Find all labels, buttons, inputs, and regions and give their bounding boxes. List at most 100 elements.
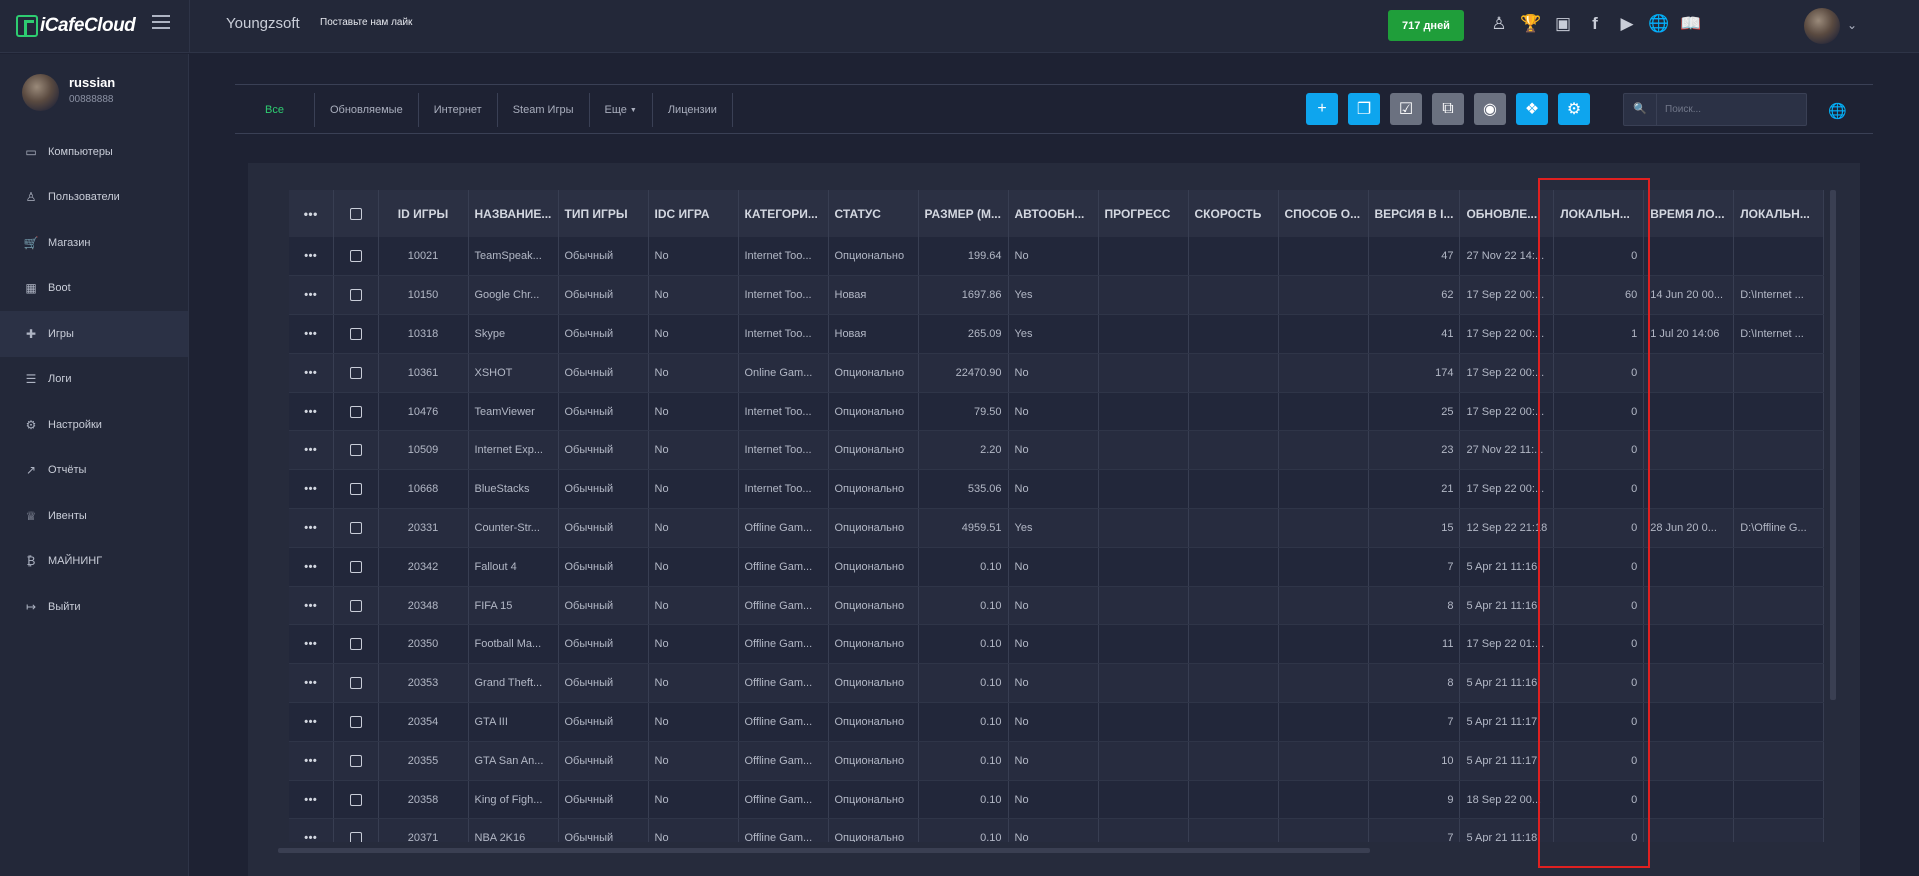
col-header[interactable]: СКОРОСТЬ: [1188, 190, 1279, 237]
sidebar-item-boot[interactable]: ▦ Boot: [0, 266, 188, 312]
tab-internet[interactable]: Интернет: [419, 93, 498, 127]
book-icon[interactable]: 📖: [1680, 13, 1702, 35]
row-select[interactable]: [333, 314, 379, 354]
row-menu[interactable]: •••: [289, 547, 334, 587]
checkbox[interactable]: [349, 289, 362, 302]
sidebar-item-logout[interactable]: ↦ Выйти: [0, 584, 188, 630]
sidebar-item-reports[interactable]: ↗ Отчёты: [0, 448, 188, 494]
avatar[interactable]: [1804, 8, 1840, 44]
globe-icon[interactable]: 🌐: [1828, 102, 1847, 120]
duplicate-button[interactable]: ⧉: [1432, 93, 1464, 125]
col-header[interactable]: IDC ИГРА: [648, 190, 739, 237]
tab-all[interactable]: Все: [235, 93, 315, 127]
row-menu[interactable]: •••: [289, 392, 334, 432]
sidebar-item-events[interactable]: ♕ Ивенты: [0, 493, 188, 539]
col-header[interactable]: ID ИГРЫ: [378, 190, 469, 237]
trophy-icon[interactable]: 🏆: [1520, 13, 1542, 35]
row-select[interactable]: [333, 430, 379, 471]
checkbox[interactable]: [349, 716, 362, 728]
sidebar-item-shop[interactable]: 🛒 Магазин: [0, 220, 188, 266]
row-menu[interactable]: •••: [289, 624, 334, 665]
checkbox[interactable]: [349, 208, 362, 221]
users-icon[interactable]: ♙: [1488, 13, 1510, 35]
license-days-button[interactable]: 717 дней: [1388, 10, 1464, 41]
facebook-icon[interactable]: f: [1584, 13, 1606, 35]
col-header[interactable]: СПОСОБ О...: [1278, 190, 1369, 237]
checkbox[interactable]: [349, 250, 362, 263]
vertical-scrollbar[interactable]: [1830, 190, 1836, 700]
checkbox[interactable]: [349, 328, 362, 341]
copy-button[interactable]: ❐: [1348, 93, 1380, 125]
row-menu[interactable]: •••: [289, 702, 334, 742]
sidebar-item-games[interactable]: ✚ Игры: [0, 311, 188, 357]
row-menu[interactable]: •••: [289, 663, 334, 704]
row-menu[interactable]: •••: [289, 818, 334, 842]
horizontal-scrollbar[interactable]: [278, 848, 1370, 853]
col-header[interactable]: НАЗВАНИЕ...: [468, 190, 559, 237]
checkbox[interactable]: [349, 638, 362, 651]
tab-updatable[interactable]: Обновляемые: [315, 93, 419, 127]
col-header[interactable]: ЛОКАЛЬН...: [1733, 190, 1825, 237]
tab-steam-games[interactable]: Steam Игры: [498, 93, 590, 127]
row-menu[interactable]: •••: [289, 586, 334, 626]
row-select[interactable]: [333, 353, 379, 393]
checkbox[interactable]: [349, 444, 362, 457]
row-select[interactable]: [333, 392, 379, 432]
tab-licenses[interactable]: Лицензии: [653, 93, 733, 127]
header-select-all[interactable]: [333, 190, 379, 237]
add-game-button[interactable]: +: [1306, 93, 1338, 125]
row-menu[interactable]: •••: [289, 237, 334, 277]
like-link[interactable]: Поставьте нам лайк: [320, 17, 412, 28]
network-button[interactable]: ❖: [1516, 93, 1548, 125]
checkbox[interactable]: [349, 677, 362, 690]
col-header[interactable]: ТИП ИГРЫ: [558, 190, 649, 237]
row-select[interactable]: [333, 586, 379, 626]
row-select[interactable]: [333, 237, 379, 277]
row-select[interactable]: [333, 469, 379, 510]
sidebar-item-logs[interactable]: ☰ Логи: [0, 357, 188, 403]
header-menu[interactable]: •••: [289, 190, 334, 237]
checkbox[interactable]: [349, 599, 362, 612]
logo[interactable]: iCafeCloud: [16, 14, 136, 38]
checkbox[interactable]: [349, 483, 362, 496]
chevron-down-icon[interactable]: ⌄: [1847, 18, 1857, 32]
menu-toggle-icon[interactable]: [152, 15, 170, 29]
view-button[interactable]: ◉: [1474, 93, 1506, 125]
row-select[interactable]: [333, 780, 379, 820]
row-menu[interactable]: •••: [289, 314, 334, 354]
sidebar-item-users[interactable]: ♙ Пользователи: [0, 175, 188, 221]
checkbox[interactable]: [349, 832, 362, 842]
tab-more[interactable]: Еще ▼: [590, 93, 653, 127]
row-menu[interactable]: •••: [289, 469, 334, 510]
row-select[interactable]: [333, 547, 379, 587]
checkbox[interactable]: [349, 405, 362, 418]
sidebar-item-computers[interactable]: ▭ Компьютеры: [0, 129, 188, 175]
col-header[interactable]: ПРОГРЕСС: [1098, 190, 1189, 237]
row-select[interactable]: [333, 275, 379, 316]
col-header[interactable]: ВЕРСИЯ В I...: [1368, 190, 1461, 237]
checkbox[interactable]: [349, 754, 362, 767]
sidebar-item-settings[interactable]: ⚙ Настройки: [0, 402, 188, 448]
checkbox[interactable]: [349, 366, 362, 379]
row-select[interactable]: [333, 818, 379, 842]
checkbox[interactable]: [349, 560, 362, 573]
settings-button[interactable]: ⚙: [1558, 93, 1590, 125]
search-input[interactable]: [1657, 104, 1797, 115]
row-menu[interactable]: •••: [289, 508, 334, 548]
check-update-button[interactable]: ☑: [1390, 93, 1422, 125]
row-select[interactable]: [333, 702, 379, 742]
globe-icon[interactable]: 🌐: [1648, 13, 1670, 35]
row-select[interactable]: [333, 741, 379, 781]
col-header[interactable]: КАТЕГОРИ...: [738, 190, 829, 237]
checkbox[interactable]: [349, 522, 362, 535]
discord-icon[interactable]: ▣: [1552, 13, 1574, 35]
col-header[interactable]: СТАТУС: [828, 190, 919, 237]
row-menu[interactable]: •••: [289, 353, 334, 393]
sidebar-item-mining[interactable]: ₿ МАЙНИНГ: [0, 539, 188, 585]
row-menu[interactable]: •••: [289, 780, 334, 820]
row-menu[interactable]: •••: [289, 741, 334, 781]
col-header[interactable]: АВТООБН...: [1008, 190, 1099, 237]
col-header[interactable]: ВРЕМЯ ЛО...: [1643, 190, 1735, 237]
checkbox[interactable]: [349, 793, 362, 806]
row-menu[interactable]: •••: [289, 275, 334, 316]
